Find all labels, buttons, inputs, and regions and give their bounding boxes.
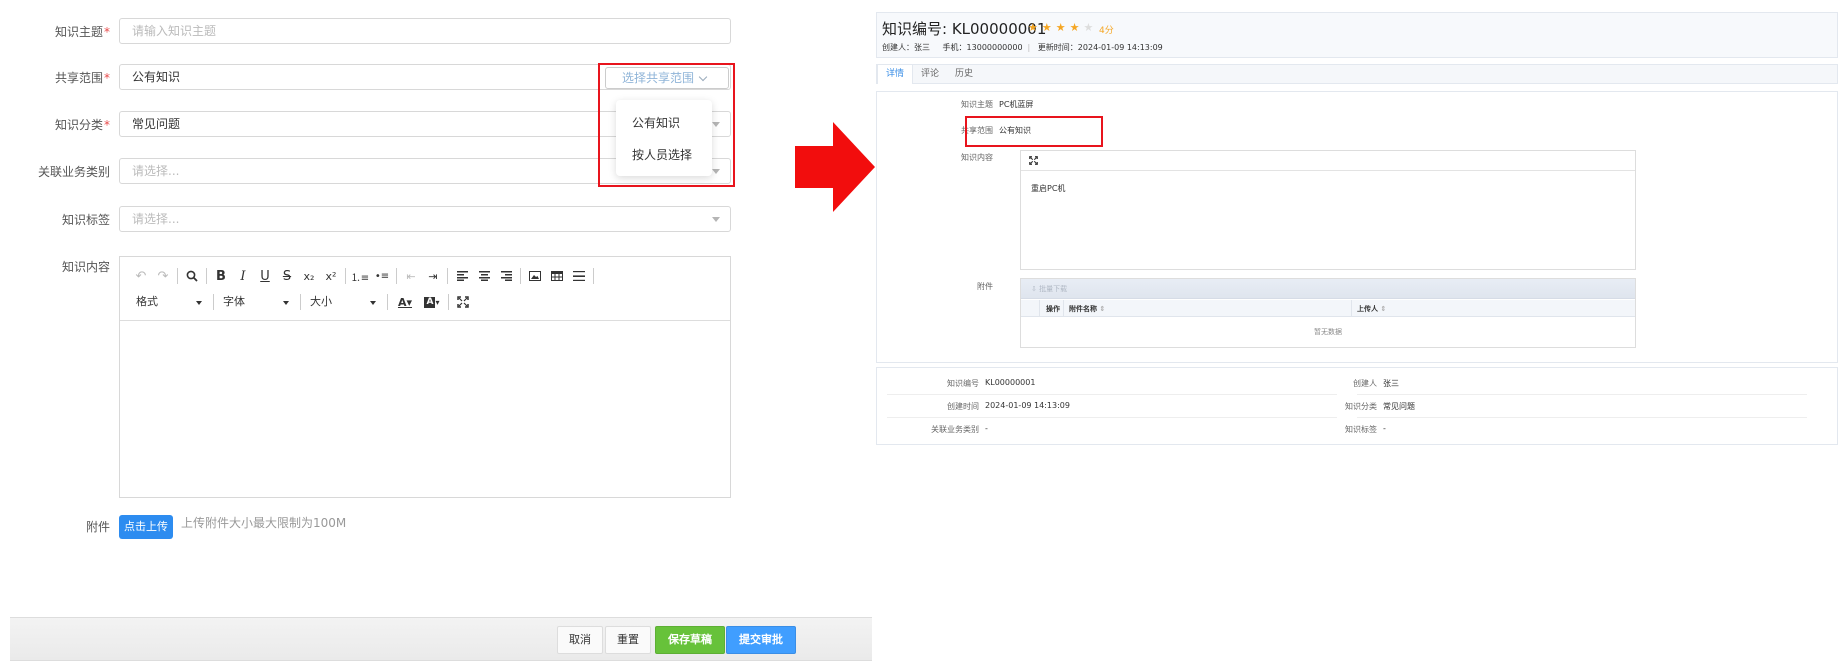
reset-button[interactable]: 重置	[605, 626, 651, 654]
editor-body[interactable]	[120, 322, 730, 497]
unordered-list-icon[interactable]: •≡	[371, 266, 393, 286]
info-tags-label: 知识标签	[1345, 425, 1377, 434]
outdent-icon[interactable]: ⇤	[400, 266, 422, 286]
detail-tabs: 详情 评论 历史	[876, 64, 1838, 84]
cancel-button[interactable]: 取消	[557, 626, 603, 654]
horizontal-rule-icon[interactable]	[568, 266, 590, 286]
highlight-box	[598, 63, 735, 187]
tab-comments[interactable]: 评论	[913, 65, 947, 84]
attachment-row: 附件	[0, 513, 740, 541]
table-header: 操作 附件名称 ⇕ 上传人 ⇕	[1021, 300, 1635, 317]
content-label: 知识内容	[61, 260, 110, 274]
detail-topic-label: 知识主题	[961, 100, 993, 109]
tab-detail[interactable]: 详情	[877, 65, 913, 84]
submit-button[interactable]: 提交审批	[726, 626, 796, 654]
search-icon[interactable]	[181, 266, 203, 286]
attachment-toolbar: ⇩ 批量下载	[1021, 279, 1635, 299]
detail-content-box: 重启PC机	[1020, 150, 1636, 270]
subscript-icon[interactable]: x₂	[298, 266, 320, 286]
form-footer: 取消 重置 保存草稿 提交审批	[10, 617, 872, 661]
superscript-icon[interactable]: x²	[320, 266, 342, 286]
ordered-list-icon[interactable]: ⒈≡	[349, 266, 371, 286]
detail-content-label: 知识内容	[961, 153, 993, 162]
detail-header: 知识编号: KL00000001 ★★★★★ 4分 创建人：张三 手机：1300…	[876, 12, 1838, 58]
rich-text-editor: ↶ ↷ B I U S x₂ x² ⒈≡ •≡ ⇤ ⇥ 格式 字体 大小 A▾ …	[119, 256, 731, 498]
strikethrough-icon[interactable]: S	[276, 266, 298, 286]
attachment-table: ⇩ 批量下载 操作 附件名称 ⇕ 上传人 ⇕ 暂无数据	[1020, 278, 1636, 348]
text-color-icon[interactable]: A▾	[391, 292, 419, 312]
caret-down-icon	[712, 217, 720, 222]
image-icon[interactable]	[524, 266, 546, 286]
info-category-label: 知识分类	[1345, 402, 1377, 411]
info-panel: 知识编号 KL00000001 创建人 张三 创建时间 2024-01-09 1…	[876, 367, 1838, 445]
format-select[interactable]: 格式	[130, 292, 210, 312]
detail-attachment-label: 附件	[977, 282, 993, 291]
info-business-label: 关联业务类别	[931, 425, 979, 434]
topic-row: 知识主题* 请输入知识主题	[0, 18, 740, 46]
info-tags-value: -	[1383, 424, 1386, 433]
align-left-icon[interactable]	[451, 266, 473, 286]
detail-content-value: 重启PC机	[1031, 184, 1066, 193]
align-center-icon[interactable]	[473, 266, 495, 286]
align-right-icon[interactable]	[495, 266, 517, 286]
column-header-filename[interactable]: 附件名称 ⇕	[1069, 304, 1105, 314]
size-select[interactable]: 大小	[304, 292, 384, 312]
info-creator-label: 创建人	[1353, 379, 1377, 388]
tags-label: 知识标签	[61, 213, 110, 227]
batch-download-button[interactable]: ⇩ 批量下载	[1031, 284, 1067, 294]
column-header-action: 操作	[1046, 305, 1060, 313]
info-created-label: 创建时间	[947, 402, 979, 411]
info-creator-value: 张三	[1383, 379, 1399, 388]
topic-label: 知识主题*	[54, 25, 110, 39]
scope-label: 共享范围*	[54, 71, 110, 85]
rating-score: 4分	[1099, 26, 1114, 36]
attachment-label: 附件	[85, 520, 110, 534]
info-business-value: -	[985, 424, 988, 433]
tab-history[interactable]: 历史	[947, 65, 981, 84]
upload-button[interactable]: 点击上传	[119, 515, 173, 539]
tags-row: 知识标签 请选择...	[0, 206, 740, 234]
knowledge-form: 知识主题* 请输入知识主题 共享范围* 公有知识 选择共享范围 知识分类* 常见…	[0, 0, 880, 669]
table-icon[interactable]	[546, 266, 568, 286]
underline-icon[interactable]: U	[254, 266, 276, 286]
content-toolbar	[1021, 151, 1635, 171]
fullscreen-icon[interactable]	[1029, 156, 1038, 165]
column-header-uploader[interactable]: 上传人 ⇕	[1357, 304, 1386, 314]
info-code-label: 知识编号	[947, 379, 979, 388]
bold-icon[interactable]: B	[210, 266, 232, 286]
rating-stars[interactable]: ★★★★★	[1028, 21, 1097, 34]
info-created-value: 2024-01-09 14:13:09	[985, 401, 1070, 410]
highlight-box	[965, 116, 1103, 147]
topic-input[interactable]: 请输入知识主题	[119, 18, 731, 44]
fullscreen-icon[interactable]	[452, 292, 474, 312]
undo-icon[interactable]: ↶	[130, 266, 152, 286]
font-select[interactable]: 字体	[217, 292, 297, 312]
save-draft-button[interactable]: 保存草稿	[655, 626, 725, 654]
arrow-right-icon	[795, 122, 875, 212]
detail-meta: 创建人：张三 手机：13000000000 | 更新时间：2024-01-09 1…	[882, 43, 1163, 52]
business-label: 关联业务类别	[37, 165, 110, 179]
detail-topic-value: PC机蓝屏	[999, 100, 1034, 109]
knowledge-code-title: 知识编号: KL00000001	[882, 20, 1047, 38]
upload-hint: 上传附件大小最大限制为100M	[181, 516, 347, 530]
info-category-value: 常见问题	[1383, 402, 1415, 411]
category-label: 知识分类*	[54, 118, 110, 132]
empty-text: 暂无数据	[1314, 328, 1342, 336]
tags-select[interactable]: 请选择...	[119, 206, 731, 232]
editor-toolbar: ↶ ↷ B I U S x₂ x² ⒈≡ •≡ ⇤ ⇥ 格式 字体 大小 A▾ …	[120, 257, 730, 321]
info-code-value: KL00000001	[985, 378, 1036, 387]
redo-icon[interactable]: ↷	[152, 266, 174, 286]
background-color-icon[interactable]: A ▾	[419, 292, 445, 312]
indent-icon[interactable]: ⇥	[422, 266, 444, 286]
italic-icon[interactable]: I	[232, 266, 254, 286]
